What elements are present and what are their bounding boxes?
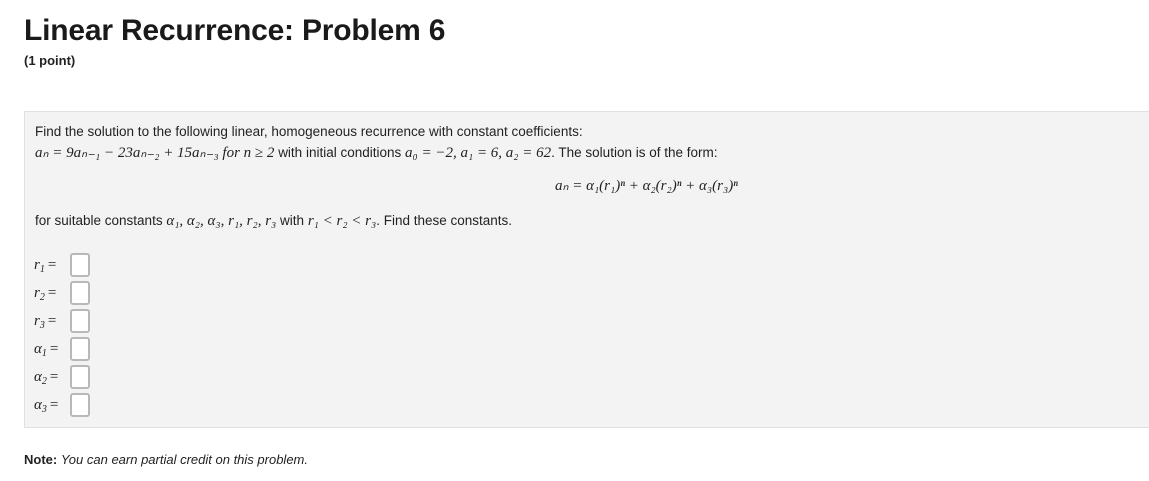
problem-intro: Find the solution to the following linea… — [35, 124, 583, 139]
recurrence-line: aₙ = 9aₙ₋₁ − 23aₙ₋₂ + 15aₙ₋₃ for n ≥ 2 w… — [35, 143, 718, 162]
answer-input-r2[interactable] — [70, 281, 90, 305]
answer-row-alpha2: α2 = — [34, 364, 90, 390]
note-text: You can earn partial credit on this prob… — [60, 452, 308, 467]
constants-text-with: with — [280, 213, 305, 228]
answer-input-r1[interactable] — [70, 253, 90, 277]
answer-label: α2 = — [34, 368, 59, 387]
note: Note: You can earn partial credit on thi… — [24, 452, 308, 467]
note-label: Note: — [24, 452, 58, 467]
answer-label: r3 = — [34, 312, 57, 331]
answer-input-r3[interactable] — [70, 309, 90, 333]
answer-input-alpha1[interactable] — [70, 337, 90, 361]
ordering-condition: r₁ < r₂ < r₃ — [307, 213, 377, 229]
problem-panel: Find the solution to the following linea… — [24, 111, 1149, 428]
form-text: . The solution is of the form: — [551, 145, 718, 160]
answer-row-r3: r3 = — [34, 308, 90, 334]
answer-row-alpha1: α1 = — [34, 336, 90, 362]
constants-text-before: for suitable constants — [35, 213, 163, 228]
points-label: (1 point) — [24, 53, 76, 68]
answer-label: r1 = — [34, 256, 57, 275]
answer-input-alpha3[interactable] — [70, 393, 90, 417]
answer-label: α3 = — [34, 396, 59, 415]
answer-row-r2: r2 = — [34, 280, 90, 306]
initial-conditions: a₀ = −2, a₁ = 6, a₂ = 62 — [405, 145, 552, 161]
answer-label: α1 = — [34, 340, 59, 359]
recurrence-equation: aₙ = 9aₙ₋₁ − 23aₙ₋₂ + 15aₙ₋₃ for n ≥ 2 — [35, 145, 275, 161]
answer-row-alpha3: α3 = — [34, 392, 90, 418]
initial-conditions-text: with initial conditions — [278, 145, 402, 160]
answer-label: r2 = — [34, 284, 57, 303]
answer-input-alpha2[interactable] — [70, 365, 90, 389]
constants-text-after: . Find these constants. — [376, 213, 513, 228]
constants-list: α₁, α₂, α₃, r₁, r₂, r₃ — [166, 213, 277, 229]
constants-line: for suitable constants α₁, α₂, α₃, r₁, r… — [35, 213, 512, 230]
page-title: Linear Recurrence: Problem 6 — [24, 14, 446, 47]
answer-row-r1: r1 = — [34, 252, 90, 278]
solution-form: aₙ = α₁(r₁)ⁿ + α₂(r₂)ⁿ + α₃(r₃)ⁿ — [555, 178, 738, 194]
